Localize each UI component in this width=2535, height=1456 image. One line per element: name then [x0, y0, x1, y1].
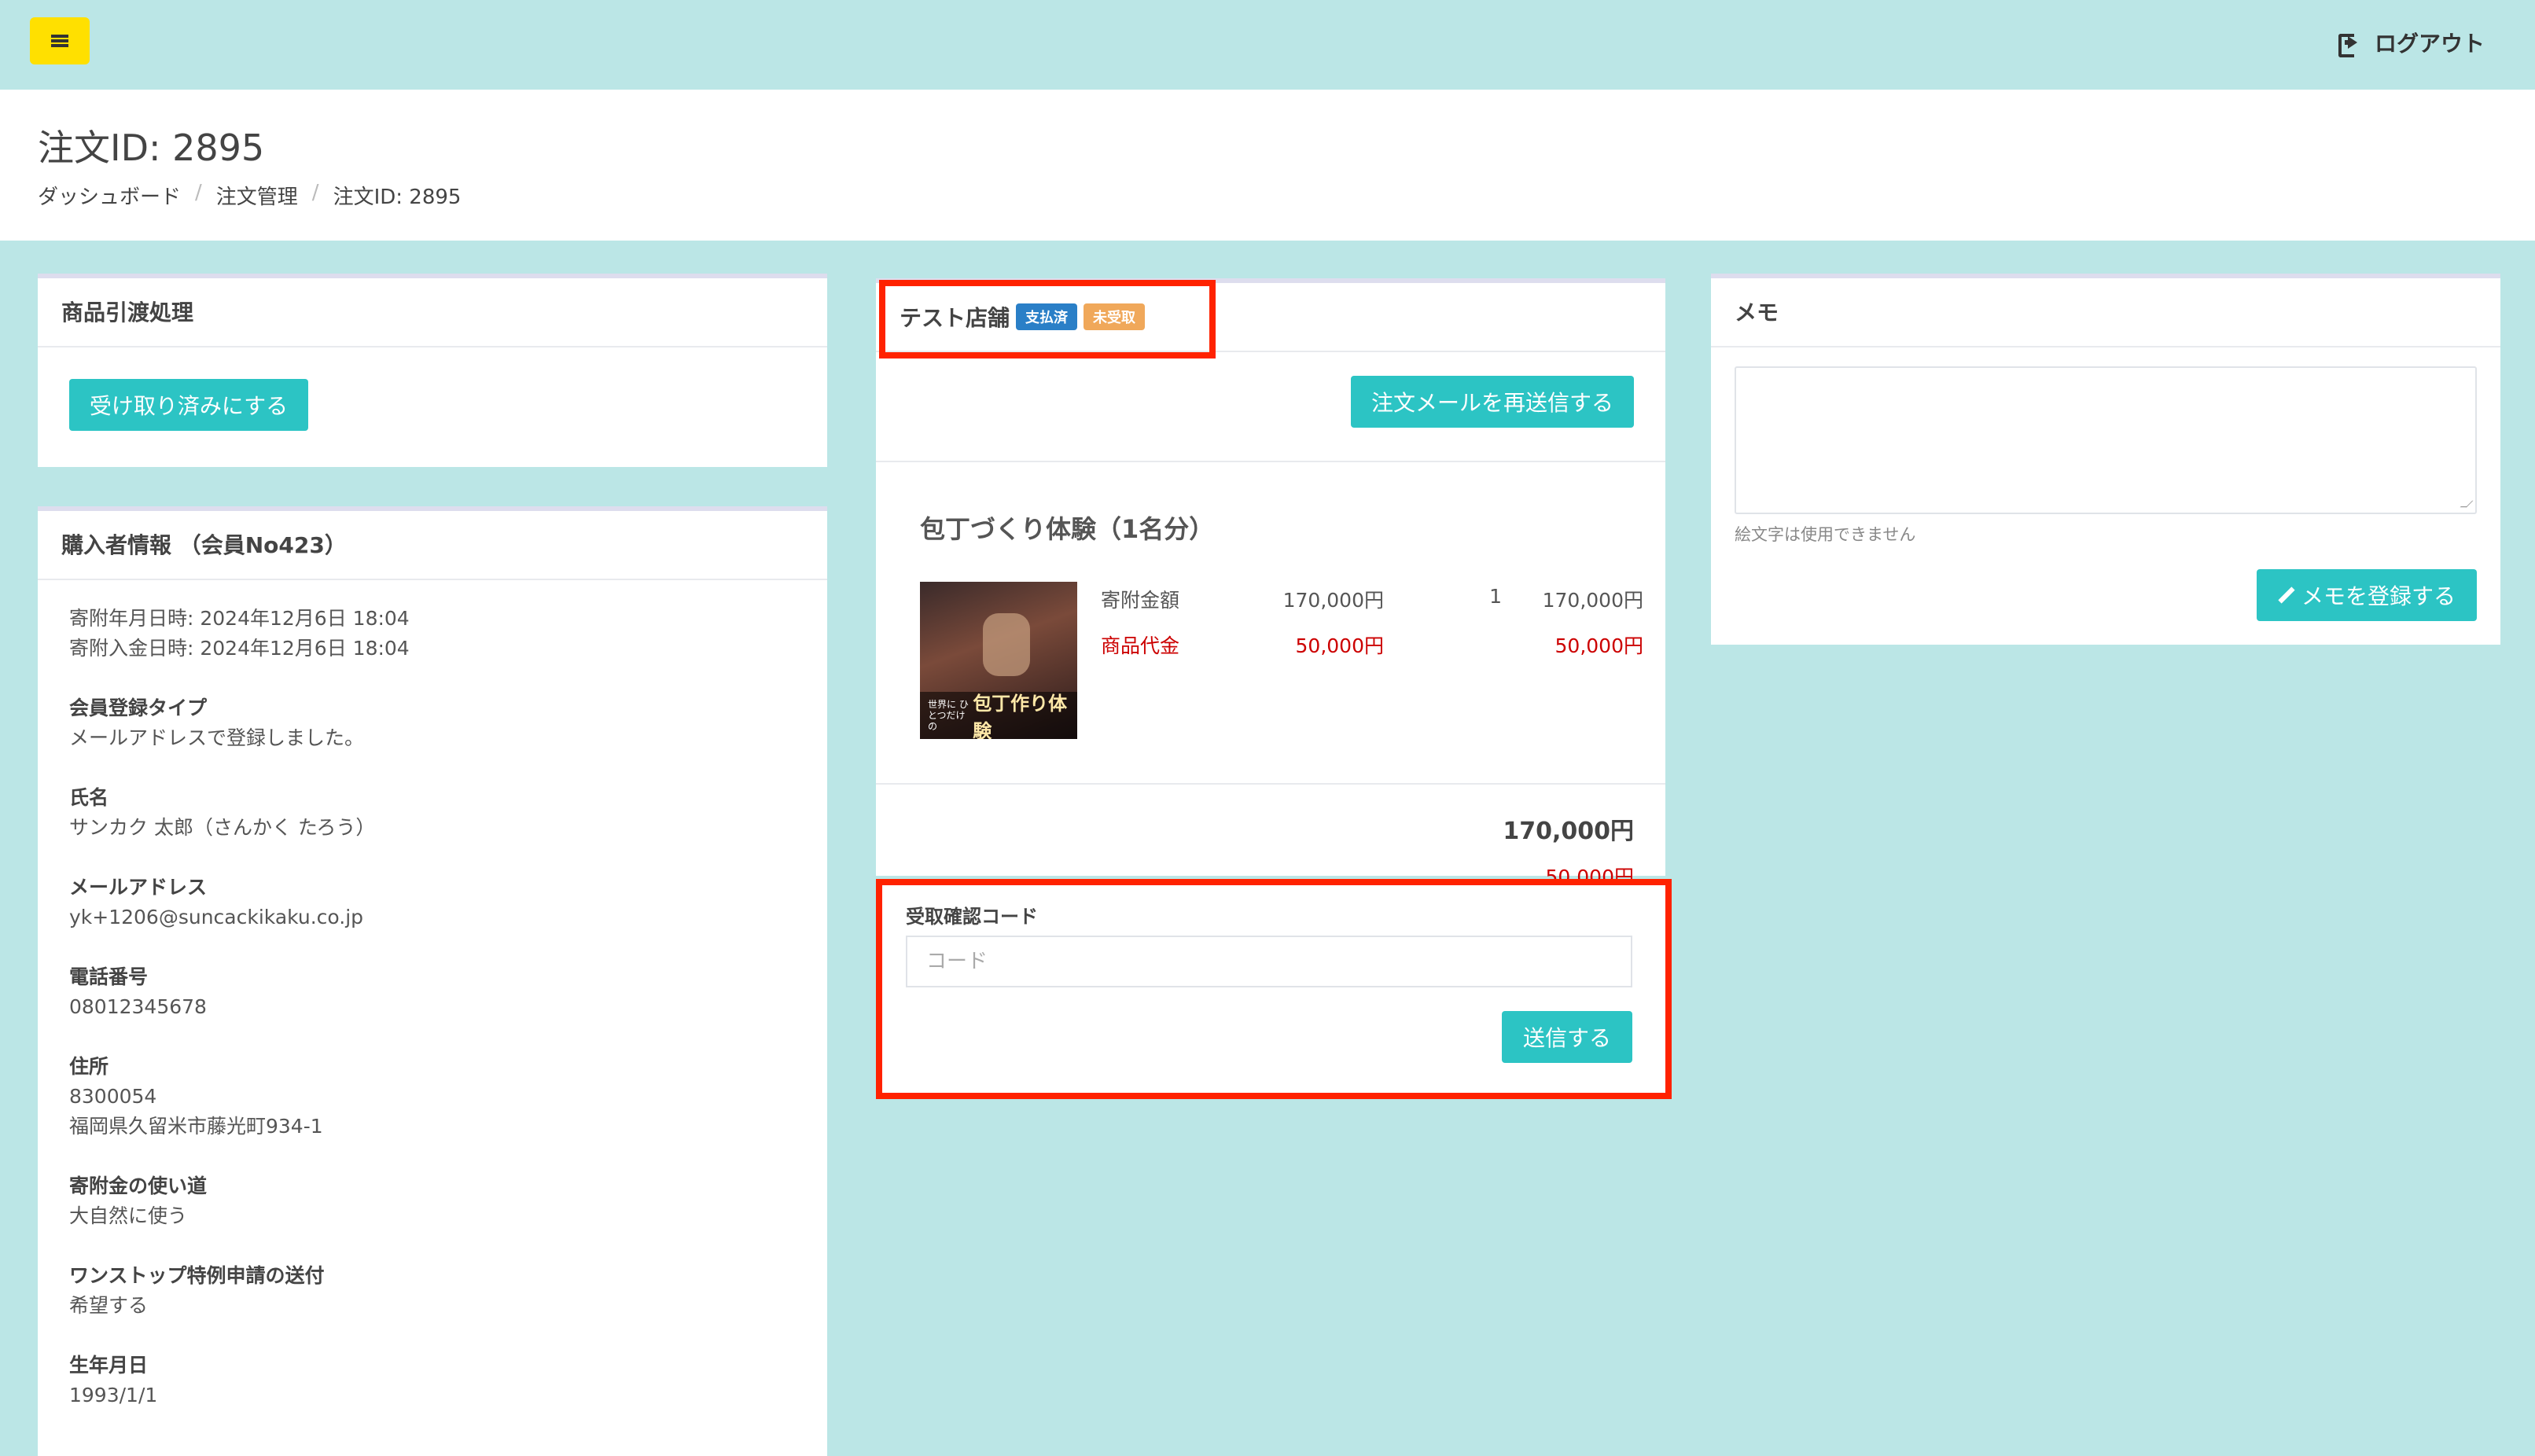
field-value: 大自然に使う — [69, 1204, 188, 1227]
pencil-icon — [2278, 587, 2294, 603]
item-title: 包丁づくり体験（1名分） — [920, 514, 1215, 544]
thumb-caption-big: 包丁作り体験 — [973, 693, 1068, 739]
receipt-code-form: 受取確認コード コード 送信する — [876, 879, 1672, 1099]
page-header: 注文ID: 2895 ダッシュボード / 注文管理 / 注文ID: 2895 — [0, 90, 2535, 241]
field-donation-use: 寄附金の使い道 大自然に使う — [69, 1171, 796, 1231]
field-label: 住所 — [69, 1055, 109, 1078]
field-value: 1993/1/1 — [69, 1384, 158, 1406]
postal-code: 8300054 — [69, 1085, 157, 1108]
field-label: ワンストップ特例申請の送付 — [69, 1264, 325, 1287]
breadcrumb-separator: / — [311, 181, 319, 204]
order-total: 170,000円 — [1503, 818, 1634, 845]
save-memo-label: メモを登録する — [2301, 583, 2456, 609]
row-qty — [1384, 631, 1502, 659]
paid-badge: 支払済 — [1016, 303, 1078, 330]
handover-title: 商品引渡処理 — [38, 278, 827, 347]
address-line: 福岡県久留米市藤光町934-1 — [69, 1115, 323, 1138]
field-label: 氏名 — [69, 786, 109, 809]
field-label: メールアドレス — [69, 876, 208, 899]
submit-code-button[interactable]: 送信する — [1502, 1011, 1632, 1063]
memo-textarea[interactable] — [1735, 366, 2477, 514]
shop-name: テスト店舗 — [900, 305, 1010, 331]
field-name: 氏名 サンカク 太郎（さんかく たろう） — [69, 783, 796, 843]
divider — [876, 783, 1665, 785]
logout-link[interactable]: ログアウト — [2338, 25, 2485, 60]
field-value: yk+1206@suncackikaku.co.jp — [69, 906, 364, 928]
shop-header: テスト店舗 支払済 未受取 — [876, 283, 1665, 352]
logout-label: ログアウト — [2374, 31, 2485, 57]
receipt-code-input[interactable]: コード — [906, 936, 1632, 987]
breadcrumb-orders[interactable]: 注文管理 — [216, 181, 298, 210]
memo-title: メモ — [1711, 278, 2500, 347]
field-birthdate: 生年月日 1993/1/1 — [69, 1351, 796, 1410]
product-thumbnail: 世界に ひとつだけの 包丁作り体験 — [920, 582, 1077, 739]
page-title: 注文ID: 2895 — [38, 127, 265, 169]
breadcrumb-separator: / — [195, 181, 202, 204]
thumb-caption-small: 世界に ひとつだけの — [928, 699, 969, 732]
resend-order-mail-button[interactable]: 注文メールを再送信する — [1351, 376, 1634, 428]
buyer-info-title: 購入者情報 （会員No423） — [38, 511, 827, 580]
price-row-product: 商品代金 50,000円 50,000円 — [1101, 631, 1643, 659]
field-email: メールアドレス yk+1206@suncackikaku.co.jp — [69, 873, 796, 932]
field-value: 希望する — [69, 1294, 149, 1317]
handover-panel: 商品引渡処理 受け取り済みにする — [38, 274, 827, 467]
mark-received-button[interactable]: 受け取り済みにする — [69, 379, 308, 431]
field-phone: 電話番号 08012345678 — [69, 962, 796, 1022]
unreceived-badge: 未受取 — [1084, 303, 1146, 330]
row-unit-price: 50,000円 — [1295, 634, 1384, 657]
memo-panel: メモ 絵文字は使用できません メモを登録する — [1711, 274, 2500, 645]
memo-hint: 絵文字は使用できません — [1735, 525, 1916, 544]
row-subtotal: 50,000円 — [1554, 634, 1643, 657]
receipt-code-label: 受取確認コード — [906, 906, 1038, 928]
row-subtotal: 170,000円 — [1542, 589, 1643, 612]
field-value: メールアドレスで登録しました。 — [69, 726, 365, 749]
breadcrumb: ダッシュボード / 注文管理 / 注文ID: 2895 — [38, 181, 461, 210]
sign-out-icon — [2338, 34, 2360, 57]
field-onestop: ワンストップ特例申請の送付 希望する — [69, 1261, 796, 1321]
hamburger-menu-button[interactable] — [30, 17, 90, 64]
field-label: 生年月日 — [69, 1354, 149, 1377]
breadcrumb-dashboard[interactable]: ダッシュボード — [38, 181, 181, 210]
field-member-type: 会員登録タイプ メールアドレスで登録しました。 — [69, 693, 796, 753]
donation-date: 寄附年月日時: 2024年12月6日 18:04 — [69, 607, 410, 630]
field-value: サンカク 太郎（さんかく たろう） — [69, 816, 376, 839]
menu-icon — [51, 35, 68, 47]
row-qty: 1 — [1489, 585, 1502, 608]
row-label: 寄附金額 — [1101, 589, 1180, 612]
field-label: 会員登録タイプ — [69, 697, 208, 719]
field-label: 電話番号 — [69, 965, 149, 988]
field-address: 住所 8300054 福岡県久留米市藤光町934-1 — [69, 1052, 796, 1142]
row-unit-price: 170,000円 — [1282, 589, 1384, 612]
field-value: 08012345678 — [69, 995, 207, 1018]
payment-date: 寄附入金日時: 2024年12月6日 18:04 — [69, 637, 410, 660]
save-memo-button[interactable]: メモを登録する — [2257, 569, 2477, 621]
breadcrumb-current: 注文ID: 2895 — [333, 186, 462, 209]
price-row-donation: 寄附金額 170,000円 1 170,000円 — [1101, 585, 1643, 613]
top-bar: ログアウト — [0, 0, 2535, 90]
field-label: 寄附金の使い道 — [69, 1175, 208, 1197]
buyer-info-panel: 購入者情報 （会員No423） 寄附年月日時: 2024年12月6日 18:04… — [38, 506, 827, 1456]
row-label: 商品代金 — [1101, 634, 1180, 657]
